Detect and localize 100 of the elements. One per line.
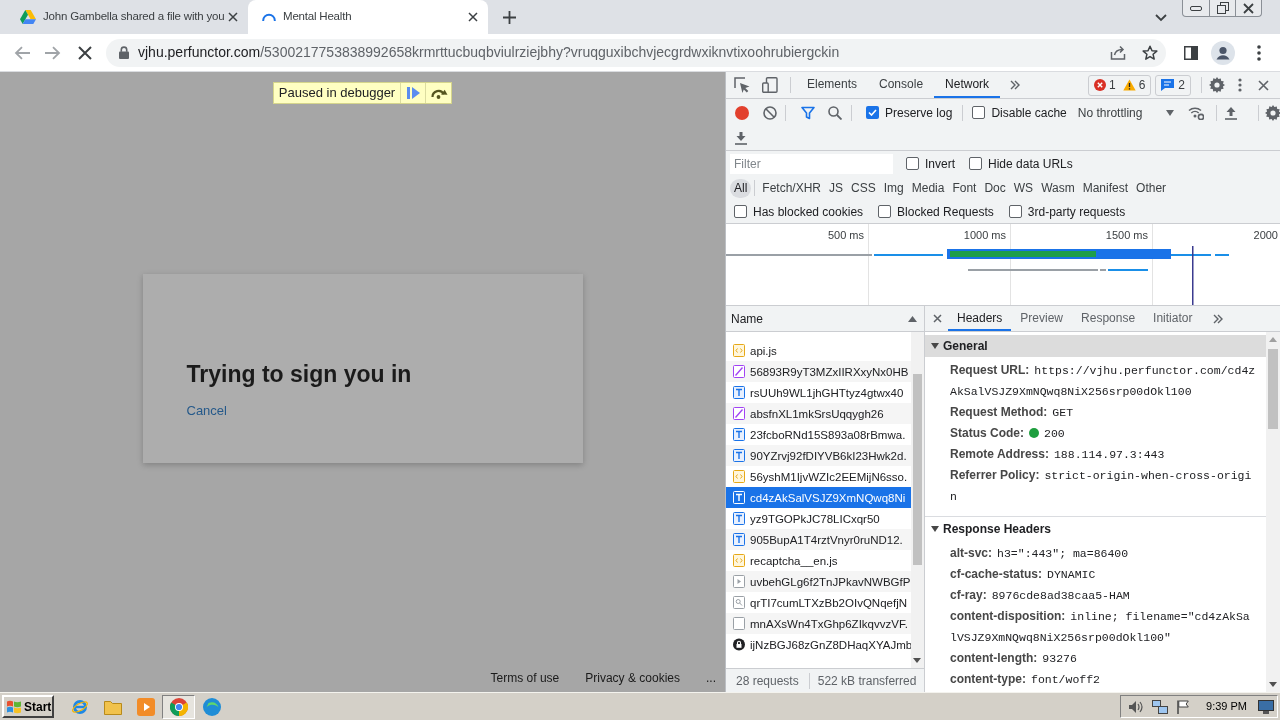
network-settings-icon[interactable]: [1187, 105, 1204, 120]
type-filter-button[interactable]: Manifest: [1078, 178, 1133, 198]
checkbox[interactable]: [972, 106, 986, 119]
header-entry: Referrer Policy: strict-origin-when-cross-origin: [950, 468, 1252, 503]
record-icon[interactable]: [735, 105, 749, 120]
header-value: 200: [1044, 427, 1065, 440]
panel-tab[interactable]: Console: [868, 72, 935, 98]
message-icon: [1161, 79, 1175, 91]
checkbox[interactable]: [1008, 205, 1022, 218]
image-file-icon: [733, 365, 745, 378]
clear-icon[interactable]: [763, 105, 777, 120]
font-file-icon: [733, 512, 745, 525]
type-filter-button[interactable]: Fetch/XHR: [758, 178, 826, 198]
network-icon[interactable]: [1152, 699, 1168, 714]
star-icon[interactable]: [1142, 44, 1158, 61]
checkbox[interactable]: [969, 157, 982, 170]
checkbox[interactable]: [878, 205, 892, 218]
chevron-down-icon[interactable]: [1155, 14, 1167, 22]
tab-title: Mental Health: [283, 9, 352, 25]
close-icon[interactable]: [468, 12, 478, 22]
type-filter-button[interactable]: Font: [948, 178, 981, 198]
section-header[interactable]: Response Headers: [925, 516, 1266, 540]
details-tab[interactable]: Initiator: [1144, 306, 1202, 331]
desktop-icon[interactable]: [1258, 699, 1274, 714]
issue-counter-button[interactable]: 1 6: [1087, 74, 1152, 96]
address-bar[interactable]: vjhu.perfunctor.com/5300217753838992658krmrttucbuqbviulrziejbhy?vruqguxibchvjecgrdwxiknvtixoohrubiergckin: [106, 38, 1166, 67]
speaker-icon[interactable]: [1128, 699, 1144, 714]
scrollbar-thumb[interactable]: [913, 374, 922, 565]
type-filter-button[interactable]: WS: [1009, 178, 1038, 198]
type-filter-button[interactable]: Media: [907, 178, 949, 198]
search-icon[interactable]: [828, 105, 842, 120]
inspect-icon[interactable]: [734, 77, 750, 93]
download-icon[interactable]: [735, 131, 747, 145]
request-row[interactable]: 90YZrvj92fDIYVB6kI23Hwk2d.: [726, 445, 911, 466]
section-header[interactable]: General: [925, 335, 1266, 357]
details-tab[interactable]: Response: [1072, 306, 1145, 331]
sort-up-icon: [908, 315, 917, 322]
name-column-header[interactable]: Name: [726, 306, 924, 332]
scroll-down-icon[interactable]: [1269, 682, 1277, 687]
request-row[interactable]: 905BupA1T4rztVnyr0ruND12.: [726, 529, 911, 550]
type-filter-button[interactable]: Img: [879, 178, 908, 198]
request-row[interactable]: absfnXL1mkSrsUqqygh26: [726, 403, 911, 424]
flag-icon[interactable]: [1176, 699, 1190, 714]
checkbox[interactable]: [734, 205, 747, 218]
flag-logo-icon: [6, 699, 22, 714]
request-name: 23fcboRNd15S893a08rBmwa.: [750, 427, 906, 442]
tick-label: 2000: [1253, 229, 1278, 242]
scroll-down-icon[interactable]: [913, 658, 921, 663]
request-name: mnAXsWn4TxGhp6ZIkqvvzVF.: [750, 616, 908, 631]
filter-input[interactable]: Filter: [730, 153, 893, 174]
scrollbar-thumb[interactable]: [1268, 349, 1278, 429]
type-filter-button[interactable]: Other: [1132, 178, 1171, 198]
checkbox-label: Has blocked cookies: [753, 203, 864, 221]
details-tab[interactable]: Headers: [948, 306, 1012, 331]
share-icon[interactable]: [1110, 45, 1126, 60]
settings-icon[interactable]: [1264, 104, 1280, 121]
menu-icon[interactable]: [1257, 44, 1261, 61]
throttling-select[interactable]: No throttling: [1075, 102, 1176, 123]
close-icon[interactable]: [1258, 79, 1269, 91]
checkbox[interactable]: [906, 157, 919, 170]
browser-tab[interactable]: Mental Health: [248, 0, 488, 34]
details-tab[interactable]: Preview: [1011, 306, 1073, 331]
banner-text: Paused in debugger: [277, 84, 397, 102]
request-row[interactable]: uvbehGLg6f2TnJPkavNWBGfP: [726, 571, 911, 592]
browser-tab[interactable]: John Gambella shared a file with you: [8, 0, 248, 34]
message-counter-button[interactable]: 2: [1155, 74, 1191, 96]
request-row[interactable]: mnAXsWn4TxGhp6ZIkqvvzVF.: [726, 613, 911, 634]
panel-tab[interactable]: Elements: [796, 72, 869, 98]
more-icon[interactable]: [1238, 78, 1242, 92]
header-name: Status Code:: [950, 426, 1024, 440]
type-filter-button[interactable]: Wasm: [1037, 178, 1079, 198]
plus-icon[interactable]: [503, 11, 516, 24]
footer-link[interactable]: Privacy & cookies: [585, 671, 680, 685]
close-icon[interactable]: [228, 12, 238, 22]
side-panel-icon[interactable]: [1184, 45, 1198, 60]
start-button[interactable]: Start: [2, 695, 54, 718]
upload-icon[interactable]: [1224, 105, 1237, 120]
cross-icon[interactable]: [78, 45, 92, 60]
request-row[interactable]: 56893R9yT3MZxIIRXxyNx0HB: [726, 361, 911, 382]
folder-icon: [103, 698, 122, 715]
type-filter-button[interactable]: JS: [825, 178, 848, 198]
settings-icon[interactable]: [1209, 77, 1225, 93]
close-icon[interactable]: [933, 314, 942, 323]
device-icon[interactable]: [762, 77, 778, 93]
chevron-double-icon[interactable]: [1010, 80, 1021, 90]
close-icon: [1243, 2, 1254, 14]
tick-label: 1000 ms: [963, 229, 1006, 242]
chevron-double-icon[interactable]: [1213, 313, 1224, 324]
checkbox[interactable]: [866, 106, 879, 119]
type-filter-button[interactable]: All: [730, 178, 752, 198]
request-row[interactable]: cd4zAkSalVSJZ9XmNQwq8Ni: [726, 487, 911, 508]
type-filter-button[interactable]: CSS: [847, 178, 880, 198]
taskbar-button[interactable]: [162, 694, 195, 719]
type-filter-button[interactable]: Doc: [980, 178, 1010, 198]
header-entry: Request Method: GET: [950, 405, 1074, 419]
filter-icon[interactable]: [801, 105, 815, 120]
footer-link[interactable]: ...: [706, 671, 716, 685]
tick-label: 500 ms: [827, 229, 864, 242]
avatar-icon[interactable]: [1211, 40, 1235, 65]
footer-link[interactable]: Terms of use: [490, 671, 560, 685]
